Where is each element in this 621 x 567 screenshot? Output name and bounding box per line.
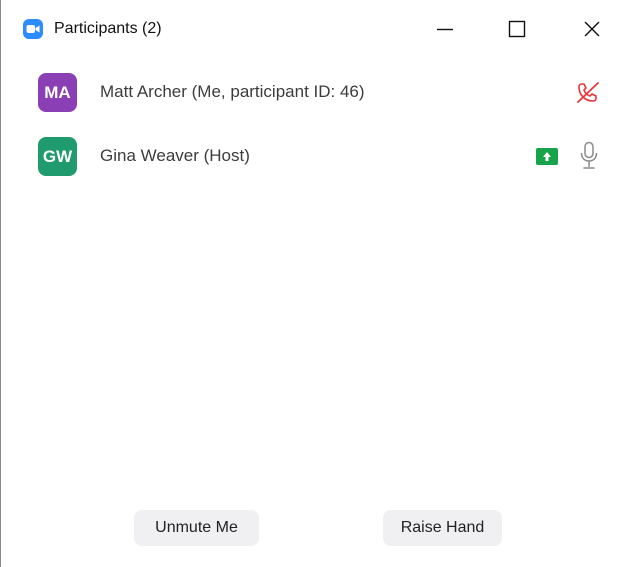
window-title: Participants (2) <box>54 20 162 37</box>
avatar: GW <box>38 137 77 176</box>
close-icon <box>584 21 600 37</box>
maximize-icon <box>508 20 526 38</box>
maximize-button[interactable] <box>497 10 537 48</box>
microphone-icon[interactable] <box>578 141 600 171</box>
unmute-me-button[interactable]: Unmute Me <box>134 510 259 546</box>
participants-window: Participants (2) MA Matt Archer (Me, par… <box>0 0 621 567</box>
screen-share-icon <box>536 148 558 165</box>
participant-name: Gina Weaver (Host) <box>100 146 250 165</box>
avatar: MA <box>38 73 77 112</box>
minimize-button[interactable] <box>425 10 465 48</box>
video-camera-icon <box>23 19 43 39</box>
title-bar: Participants (2) <box>1 0 621 58</box>
participant-row-matt-archer[interactable]: MA Matt Archer (Me, participant ID: 46) <box>1 61 621 121</box>
participant-name: Matt Archer (Me, participant ID: 46) <box>100 82 365 101</box>
minimize-icon <box>437 28 453 31</box>
participant-row-gina-weaver[interactable]: GW Gina Weaver (Host) <box>1 125 621 185</box>
raise-hand-button[interactable]: Raise Hand <box>383 510 502 546</box>
audio-disconnected-icon[interactable] <box>574 79 602 107</box>
avatar-initials: MA <box>44 82 71 102</box>
close-button[interactable] <box>572 10 612 48</box>
avatar-initials: GW <box>42 146 73 166</box>
